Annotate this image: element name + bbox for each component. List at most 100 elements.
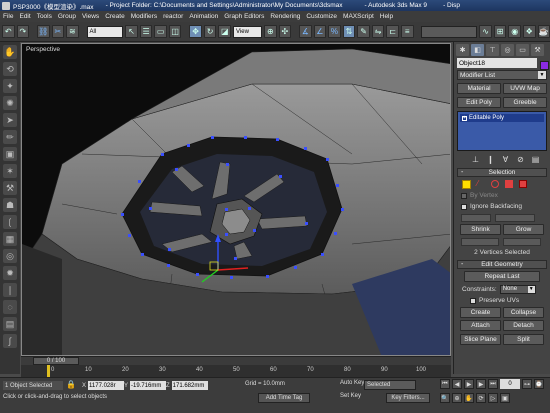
zoom-all-icon[interactable]: ⊕ xyxy=(452,393,462,403)
repeat-last-button[interactable]: Repeat Last xyxy=(464,271,540,282)
link-icon[interactable]: ⛓ xyxy=(36,25,50,38)
modify-tab-icon[interactable]: ◧ xyxy=(471,44,484,56)
tube-icon[interactable]: ❘ xyxy=(3,283,17,297)
menu-animation[interactable]: Animation xyxy=(189,13,218,20)
menu-create[interactable]: Create xyxy=(105,13,125,20)
preserve-uvs-checkbox[interactable] xyxy=(470,297,476,304)
auto-key-button[interactable]: Auto Key xyxy=(340,380,364,386)
ignore-backfacing-option[interactable]: Ignore Backfacing xyxy=(461,202,543,211)
element-subobject-icon[interactable] xyxy=(519,180,527,188)
rectangular-selection-icon[interactable]: ▭ xyxy=(154,25,167,38)
perspective-viewport[interactable]: Perspective xyxy=(21,43,451,356)
play-icon[interactable]: ▶ xyxy=(464,379,474,389)
collapse-button[interactable]: Collapse xyxy=(503,307,544,318)
select-object-icon[interactable]: ↖ xyxy=(125,25,138,38)
wrench-icon[interactable]: ⚒ xyxy=(3,181,17,195)
mirror-icon[interactable]: ⇋ xyxy=(371,25,385,38)
show-end-result-icon[interactable]: ❙ xyxy=(486,155,495,164)
spline-icon[interactable]: ∫ xyxy=(3,334,17,348)
torus-icon[interactable]: ◌ xyxy=(3,300,17,314)
stack-item-editable-poly[interactable]: + Editable Poly xyxy=(460,114,544,122)
make-unique-icon[interactable]: ∀ xyxy=(501,155,510,164)
loop-button[interactable] xyxy=(503,237,541,246)
display-tab-icon[interactable]: ▭ xyxy=(516,44,529,56)
selection-filter-dropdown[interactable]: All xyxy=(86,25,124,38)
pan-icon[interactable]: ✋ xyxy=(464,393,474,403)
menu-edit[interactable]: Edit xyxy=(19,13,30,20)
light-icon[interactable]: ✹ xyxy=(3,266,17,280)
layer-manager-icon[interactable]: ≡ xyxy=(400,25,414,38)
star-icon[interactable]: ✶ xyxy=(3,164,17,178)
select-scale-icon[interactable]: ◪ xyxy=(218,25,231,38)
zoom-icon[interactable]: 🔍 xyxy=(440,393,450,403)
add-time-tag-button[interactable]: Add Time Tag xyxy=(258,393,310,403)
go-to-start-icon[interactable]: ⏮ xyxy=(440,379,450,389)
grid-icon[interactable]: ▦ xyxy=(3,232,17,246)
expand-icon[interactable]: + xyxy=(462,115,467,121)
grab-icon[interactable]: ✋ xyxy=(3,45,17,59)
select-rotate-icon[interactable]: ↻ xyxy=(203,25,217,38)
align-icon[interactable]: ⊏ xyxy=(386,25,399,38)
next-frame-icon[interactable]: ▶ xyxy=(476,379,486,389)
pin-stack-icon[interactable]: ⊥ xyxy=(471,155,480,164)
object-name-field[interactable]: Object18 xyxy=(457,58,537,68)
pivot-center-icon[interactable]: ⊕ xyxy=(264,25,277,38)
menu-rendering[interactable]: Rendering xyxy=(270,13,300,20)
named-selection-set-dropdown[interactable] xyxy=(421,25,478,38)
menu-modifiers[interactable]: Modifiers xyxy=(131,13,157,20)
spinner-snap-icon[interactable]: ⇅ xyxy=(342,25,356,38)
grow-button[interactable]: Grow xyxy=(503,224,544,235)
vertex-subobject-icon[interactable] xyxy=(462,179,471,189)
hierarchy-tab-icon[interactable]: ⊤ xyxy=(486,44,499,56)
ignore-backfacing-checkbox[interactable] xyxy=(461,203,467,210)
by-angle-spinner[interactable] xyxy=(495,213,535,222)
key-mode-dropdown[interactable]: Selected xyxy=(364,380,416,390)
lock-selection-icon[interactable]: 🔒 xyxy=(66,380,76,390)
bind-space-warp-icon[interactable]: ≋ xyxy=(66,25,79,38)
redo-icon[interactable]: ↷ xyxy=(16,25,30,38)
by-vertex-option[interactable]: By Vertex xyxy=(461,191,543,200)
render-setup-icon[interactable]: ❖ xyxy=(522,25,536,38)
uvw-map-button[interactable]: UVW Map xyxy=(503,83,547,94)
split-button[interactable]: Split xyxy=(503,334,544,345)
preserve-uvs-option[interactable]: Preserve UVs xyxy=(470,296,543,305)
angle-snap-icon[interactable]: ∠ xyxy=(313,25,327,38)
y-coordinate-field[interactable]: -19.716mm xyxy=(130,381,167,390)
create-tab-icon[interactable]: ✱ xyxy=(456,44,469,56)
key-mode-toggle-icon[interactable]: ⊶ xyxy=(522,379,532,389)
material-button[interactable]: Material xyxy=(457,83,501,94)
by-vertex-checkbox[interactable] xyxy=(461,192,467,199)
polygon-subobject-icon[interactable] xyxy=(505,180,513,188)
remove-modifier-icon[interactable]: ⊘ xyxy=(516,155,525,164)
viewport-label[interactable]: Perspective xyxy=(26,46,60,53)
key-filters-button[interactable]: Key Filters... xyxy=(386,393,430,403)
orbit-icon[interactable]: ⟳ xyxy=(476,393,486,403)
selection-rollout-header[interactable]: - Selection xyxy=(457,168,547,177)
select-by-name-icon[interactable]: ☰ xyxy=(139,25,153,38)
menu-reactor[interactable]: reactor xyxy=(163,13,183,20)
brush-icon[interactable]: ✏ xyxy=(3,130,17,144)
by-angle-toggle[interactable] xyxy=(461,213,491,222)
render-icon[interactable]: ☕ xyxy=(537,25,550,38)
cursor-icon[interactable]: ➤ xyxy=(3,113,17,127)
select-manipulate-icon[interactable]: ✣ xyxy=(278,25,292,38)
field-of-view-icon[interactable]: ▷ xyxy=(488,393,498,403)
motion-tab-icon[interactable]: ◎ xyxy=(501,44,514,56)
current-frame-field[interactable]: 0 xyxy=(500,379,520,389)
snaps-toggle-icon[interactable]: ∡ xyxy=(299,25,312,38)
time-configuration-icon[interactable]: ⌚ xyxy=(534,379,544,389)
border-subobject-icon[interactable] xyxy=(491,180,499,188)
menu-views[interactable]: Views xyxy=(82,13,99,20)
teapot-icon[interactable]: ☗ xyxy=(3,198,17,212)
x-coordinate-field[interactable]: 1177.028r xyxy=(88,381,125,390)
select-move-icon[interactable]: ✥ xyxy=(189,25,202,38)
undo-icon[interactable]: ↶ xyxy=(2,25,15,38)
camera-icon[interactable]: ▣ xyxy=(3,147,17,161)
timeline[interactable]: 0 10 20 30 40 50 60 70 80 90 100 xyxy=(21,365,451,377)
menu-group[interactable]: Group xyxy=(58,13,76,20)
menu-file[interactable]: File xyxy=(3,13,13,20)
menu-customize[interactable]: Customize xyxy=(306,13,337,20)
greeble-button[interactable]: Greeble xyxy=(503,97,547,108)
edit-named-selection-icon[interactable]: ✎ xyxy=(357,25,370,38)
modifier-stack[interactable]: + Editable Poly xyxy=(457,111,547,151)
